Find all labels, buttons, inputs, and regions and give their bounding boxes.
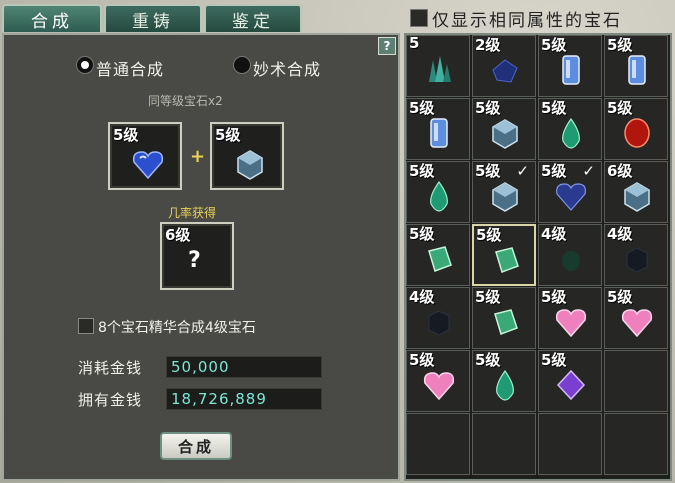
blue-heart-gem-icon (130, 146, 166, 182)
gem-slot[interactable]: 4级 (406, 287, 470, 349)
teal-crystal-cluster-icon (421, 52, 457, 88)
input-slot-2[interactable]: 5级 (210, 122, 284, 190)
slot-level: 5级 (113, 126, 139, 144)
slot-level: 6级 (165, 226, 191, 244)
skill-mode-radio[interactable] (233, 56, 251, 74)
empty-gem-slot[interactable] (604, 350, 668, 412)
pink-heart-gem-icon (619, 304, 655, 340)
result-note: 几率获得 (168, 206, 217, 220)
gem-slot[interactable]: 5级 (538, 350, 602, 412)
input-slot-1[interactable]: 5级 (108, 122, 182, 190)
gem-slot[interactable]: 5级 (604, 35, 668, 97)
gem-slot[interactable]: 2级 (472, 35, 536, 97)
empty-gem-slot[interactable] (604, 413, 668, 475)
cost-value: 50,000 (166, 356, 322, 378)
gem-slot[interactable]: 4级 (604, 224, 668, 286)
gem-slot[interactable]: 6级 (604, 161, 668, 223)
slot-level: 5级 (215, 126, 241, 144)
empty-gem-slot[interactable] (538, 413, 602, 475)
green-block-gem-icon (488, 242, 524, 278)
normal-mode-radio[interactable] (76, 56, 94, 74)
gem-slot[interactable]: 4级 (538, 224, 602, 286)
gem-slot[interactable]: 5级 (472, 350, 536, 412)
essence-label: 8个宝石精华合成4级宝石 (98, 320, 256, 336)
recipe-note: 同等级宝石x2 (148, 94, 223, 108)
blue-heart-gem-icon (553, 178, 589, 214)
compose-button[interactable]: 合成 (160, 432, 232, 460)
gem-slot[interactable]: 5级 (406, 161, 470, 223)
pale-blue-crystal-icon (553, 52, 589, 88)
skill-mode-label: 妙术合成 (253, 60, 322, 79)
pale-blue-crystal-icon (619, 52, 655, 88)
gem-slot[interactable]: 5级 (472, 98, 536, 160)
gem-slot[interactable]: 5级 (406, 350, 470, 412)
silver-cube-gem-icon (619, 178, 655, 214)
gem-slot[interactable]: 5级 (406, 98, 470, 160)
red-oval-gem-icon (619, 115, 655, 151)
pale-blue-crystal-icon (421, 115, 457, 151)
gem-slot[interactable]: 5 (406, 34, 470, 97)
green-block-gem-icon (487, 304, 523, 340)
gem-slot[interactable]: 5级 (538, 287, 602, 349)
gem-slot[interactable]: 5级 (604, 287, 668, 349)
gem-slot[interactable]: 5级 (472, 224, 536, 286)
gem-level: 5 (409, 34, 420, 52)
silver-cube-gem-icon (487, 115, 523, 151)
green-drop-gem-icon (553, 115, 589, 151)
green-drop-gem-icon (487, 367, 523, 403)
normal-mode-label: 普通合成 (96, 60, 165, 79)
pink-heart-gem-icon (553, 304, 589, 340)
result-slot: 6级 ? (160, 222, 234, 290)
owned-money-label: 拥有金钱 (78, 391, 143, 409)
filter-label: 仅显示相同属性的宝石 (432, 11, 622, 31)
owned-money-value: 18,726,889 (166, 388, 322, 410)
dark-blue-gem-icon (487, 52, 523, 88)
cost-label: 消耗金钱 (78, 359, 143, 377)
unknown-result-icon: ? (188, 248, 201, 273)
plus-sign: + (190, 146, 206, 167)
dark-cube-gem-icon (421, 304, 457, 340)
silver-cube-gem-icon (232, 146, 268, 182)
tab-recast[interactable]: 重铸 (104, 4, 202, 32)
essence-checkbox[interactable] (78, 318, 94, 334)
gem-slot[interactable]: 5级 (538, 35, 602, 97)
tab-compose[interactable]: 合成 (2, 4, 102, 32)
gem-slot[interactable]: 5级 (538, 98, 602, 160)
tab-identify[interactable]: 鉴定 (204, 4, 302, 32)
green-drop-gem-icon (421, 178, 457, 214)
empty-gem-slot[interactable] (406, 413, 470, 475)
empty-gem-slot[interactable] (472, 413, 536, 475)
silver-cube-gem-icon (487, 178, 523, 214)
purple-diamond-gem-icon (553, 367, 589, 403)
gem-slot[interactable]: 5级 (406, 224, 470, 286)
gem-slot[interactable]: 5级 ✓ (538, 161, 602, 223)
gem-slot[interactable]: 5级 (472, 287, 536, 349)
help-button[interactable]: ? (378, 37, 396, 55)
green-block-gem-icon (421, 241, 457, 277)
filter-checkbox[interactable] (410, 9, 428, 27)
dark-cube-gem-icon (619, 241, 655, 277)
gem-slot[interactable]: 5级 ✓ (472, 161, 536, 223)
pink-heart-gem-icon (421, 367, 457, 403)
dark-green-gem-icon (553, 241, 589, 277)
gem-slot[interactable]: 5级 (604, 98, 668, 160)
